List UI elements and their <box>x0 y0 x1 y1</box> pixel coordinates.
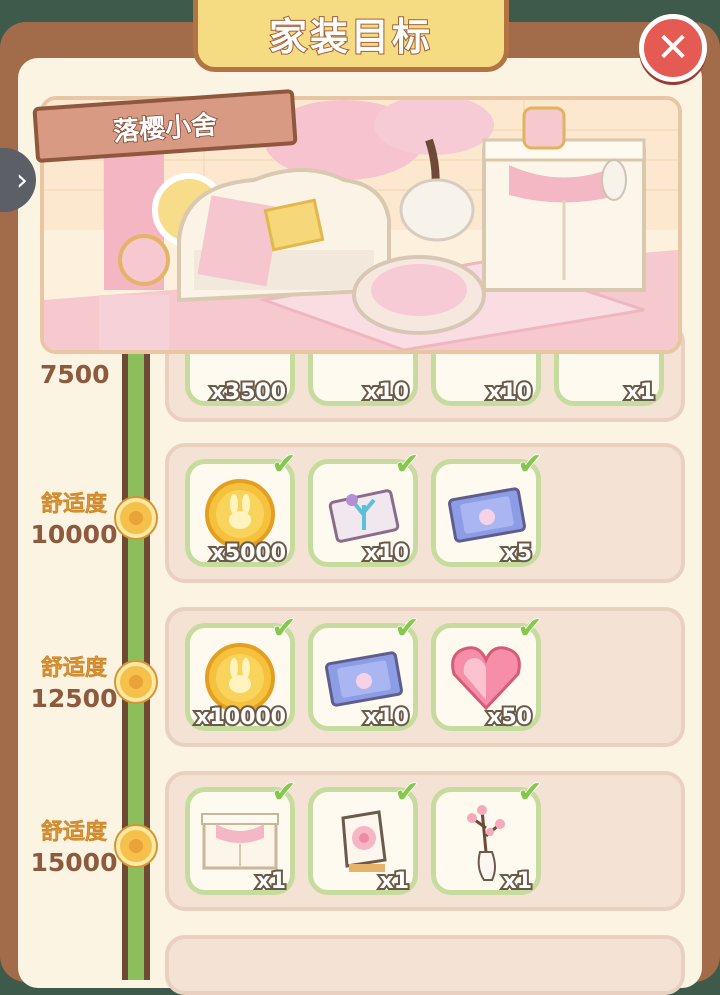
tier-node <box>116 826 156 866</box>
check-icon: ✔ <box>517 775 544 810</box>
reward-count: x1 <box>255 867 288 896</box>
tier-label: 舒适度 10000 <box>28 486 120 549</box>
reward-count: x10 <box>485 378 534 407</box>
check-icon: ✔ <box>517 611 544 646</box>
reward-cell[interactable]: ✔ x1 <box>308 777 420 896</box>
reward-count: x10000 <box>193 703 288 732</box>
tier-label: 舒适度 15000 <box>28 814 120 877</box>
close-button[interactable]: ✕ <box>639 14 707 82</box>
chevron-right-icon: › <box>16 162 28 198</box>
tier-label: 舒适度 12500 <box>28 650 120 713</box>
progress-track <box>122 340 150 980</box>
page-title: 家装目标 <box>268 14 433 60</box>
tier-node <box>116 662 156 702</box>
reward-count: x1 <box>624 378 657 407</box>
reward-count: x1 <box>378 867 411 896</box>
check-icon: ✔ <box>271 447 298 482</box>
check-icon: ✔ <box>394 775 421 810</box>
tier-threshold: 10000 <box>30 520 118 549</box>
reward-count: x3500 <box>209 378 288 407</box>
reward-cell[interactable]: ✔ x5000 <box>185 449 297 568</box>
comfort-label: 舒适度 <box>40 492 108 518</box>
reward-count: x50 <box>485 703 534 732</box>
reward-count: x5 <box>501 539 534 568</box>
reward-cell[interactable]: ✔ x5 <box>431 449 543 568</box>
tier-threshold: 7500 <box>40 360 110 389</box>
reward-cell[interactable]: ✔ x1 <box>431 777 543 896</box>
reward-row: ✔ x10000 ✔ x10 ✔ x50 <box>165 607 685 747</box>
reward-cell[interactable]: ✔ x50 <box>431 613 543 732</box>
reward-row <box>165 935 685 995</box>
reward-cell[interactable]: ✔ x10 <box>308 449 420 568</box>
reward-cell[interactable]: ✔ x1 <box>185 777 297 896</box>
reward-row: ✔ x1 ✔ x1 ✔ x1 <box>165 771 685 911</box>
reward-count: x10 <box>362 378 411 407</box>
room-name: 落樱小舍 <box>111 109 219 148</box>
reward-row: ✔ x5000 ✔ x10 ✔ x5 <box>165 443 685 583</box>
tier-threshold: 12500 <box>30 684 118 713</box>
reward-count: x1 <box>501 867 534 896</box>
title-tab: 家装目标 <box>193 0 509 72</box>
tier-node <box>116 498 156 538</box>
comfort-label: 舒适度 <box>40 820 108 846</box>
reward-count: x10 <box>362 703 411 732</box>
reward-count: x10 <box>362 539 411 568</box>
reward-cell[interactable]: ✔ x10000 <box>185 613 297 732</box>
check-icon: ✔ <box>394 447 421 482</box>
close-icon: ✕ <box>656 25 690 71</box>
check-icon: ✔ <box>271 775 298 810</box>
check-icon: ✔ <box>517 447 544 482</box>
check-icon: ✔ <box>271 611 298 646</box>
check-icon: ✔ <box>394 611 421 646</box>
reward-cell[interactable]: ✔ x10 <box>308 613 420 732</box>
comfort-label: 舒适度 <box>40 656 108 682</box>
tier-threshold: 15000 <box>30 848 118 877</box>
reward-count: x5000 <box>209 539 288 568</box>
